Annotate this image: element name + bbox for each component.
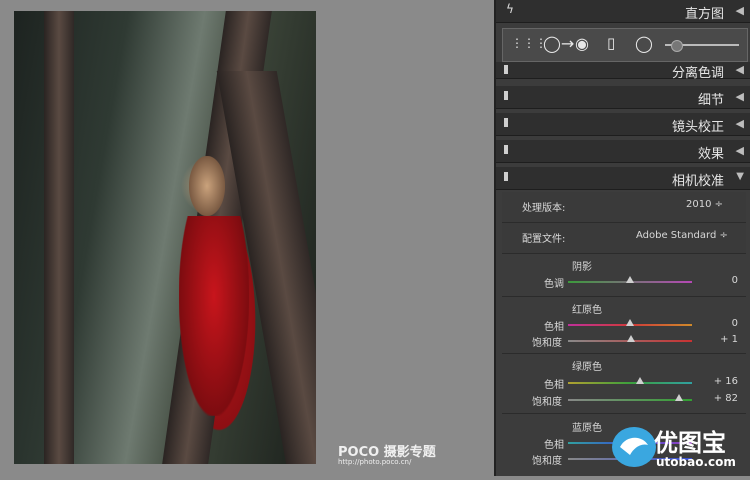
green-primary-title: 绿原色	[572, 362, 602, 373]
divider	[502, 296, 746, 297]
divider	[502, 353, 746, 354]
process-value-select[interactable]: 2010 ÷	[686, 199, 723, 210]
histogram-header[interactable]: ϟ 直方图 ◀	[496, 0, 750, 23]
green-hue-label: 色相	[544, 380, 564, 391]
grid-icon[interactable]: ⋮⋮⋮	[511, 36, 547, 50]
section-label: 相机校准	[671, 174, 724, 189]
blue-primary-title: 蓝原色	[572, 423, 602, 434]
section-label: 细节	[697, 93, 724, 108]
process-label: 处理版本:	[522, 203, 566, 214]
histogram-label: 直方图	[684, 7, 724, 22]
profile-row: 配置文件: Adobe Standard ÷	[502, 223, 746, 253]
green-sat-label: 饱和度	[532, 397, 562, 408]
section-split-toning[interactable]: 分离色调 ◀	[496, 62, 750, 81]
panel-toggle-icon	[504, 172, 508, 181]
green-sat-value[interactable]: + 82	[698, 393, 738, 404]
collapse-triangle-icon: ◀	[735, 90, 744, 103]
section-effects[interactable]: 效果 ◀	[496, 140, 750, 163]
shadow-title: 阴影	[572, 262, 592, 273]
section-lens-correction[interactable]: 镜头校正 ◀	[496, 113, 750, 136]
radial-dot-icon[interactable]: ◉	[575, 34, 589, 53]
section-label: 镜头校正	[671, 120, 724, 135]
red-hue-knob[interactable]	[626, 319, 634, 326]
profile-value-select[interactable]: Adobe Standard ÷	[636, 230, 728, 241]
panel-toggle-icon	[504, 145, 508, 154]
green-hue-slider[interactable]	[568, 382, 692, 384]
red-primary-title: 红原色	[572, 305, 602, 316]
green-sat-knob[interactable]	[675, 394, 683, 401]
red-hue-value[interactable]: 0	[698, 318, 738, 329]
red-sat-label: 饱和度	[532, 338, 562, 349]
shadow-tint-label: 色调	[544, 279, 564, 290]
tool-strip: ⋮⋮⋮ ◯→ ◉ ▯ ◯	[502, 28, 748, 62]
section-label: 分离色调	[671, 66, 724, 81]
profile-label: 配置文件:	[522, 234, 566, 245]
shadow-tint-knob[interactable]	[626, 276, 634, 283]
section-camera-calibration[interactable]: 相机校准 ▼	[496, 167, 750, 190]
green-hue-value[interactable]: + 16	[698, 376, 738, 387]
section-label: 效果	[697, 147, 724, 162]
red-sat-knob[interactable]	[627, 335, 635, 342]
shadow-tint-value[interactable]: 0	[698, 275, 738, 286]
logo-text: 优图宝	[654, 429, 726, 457]
divider	[502, 413, 746, 414]
section-detail[interactable]: 细节 ◀	[496, 86, 750, 109]
expand-triangle-icon: ▼	[736, 171, 744, 182]
green-sat-slider[interactable]	[568, 399, 692, 401]
panel-toggle-icon	[504, 65, 508, 74]
slider-icon[interactable]	[671, 40, 683, 52]
process-version-row: 处理版本: 2010 ÷	[502, 192, 746, 222]
rect-icon[interactable]: ▯	[607, 34, 615, 52]
circle-arrow-icon[interactable]: ◯→	[543, 34, 574, 53]
collapse-triangle-icon: ◀	[735, 63, 744, 76]
panel-toggle-icon	[504, 91, 508, 100]
divider	[502, 253, 746, 254]
utobao-logo: 优图宝 utobao.com	[612, 417, 750, 476]
photo-image	[14, 11, 316, 464]
blue-hue-label: 色相	[544, 440, 564, 451]
lightning-icon: ϟ	[506, 2, 514, 16]
photo-canvas: POCO 摄影专题 http://photo.poco.cn/	[0, 0, 494, 476]
blue-sat-label: 饱和度	[532, 456, 562, 467]
collapse-triangle-icon: ◀	[735, 117, 744, 130]
red-sat-value[interactable]: + 1	[698, 334, 738, 345]
green-hue-knob[interactable]	[636, 377, 644, 384]
logo-url: utobao.com	[656, 455, 736, 469]
watermark: POCO 摄影专题 http://photo.poco.cn/	[338, 441, 436, 466]
collapse-triangle-icon: ◀	[735, 144, 744, 157]
develop-panel: ϟ 直方图 ◀ ⋮⋮⋮ ◯→ ◉ ▯ ◯ 分离色调 ◀ 细节 ◀ 镜头校正 ◀ …	[494, 0, 750, 476]
red-hue-label: 色相	[544, 322, 564, 333]
circle-icon[interactable]: ◯	[635, 34, 653, 53]
panel-toggle-icon	[504, 118, 508, 127]
collapse-triangle-icon: ◀	[735, 4, 744, 17]
